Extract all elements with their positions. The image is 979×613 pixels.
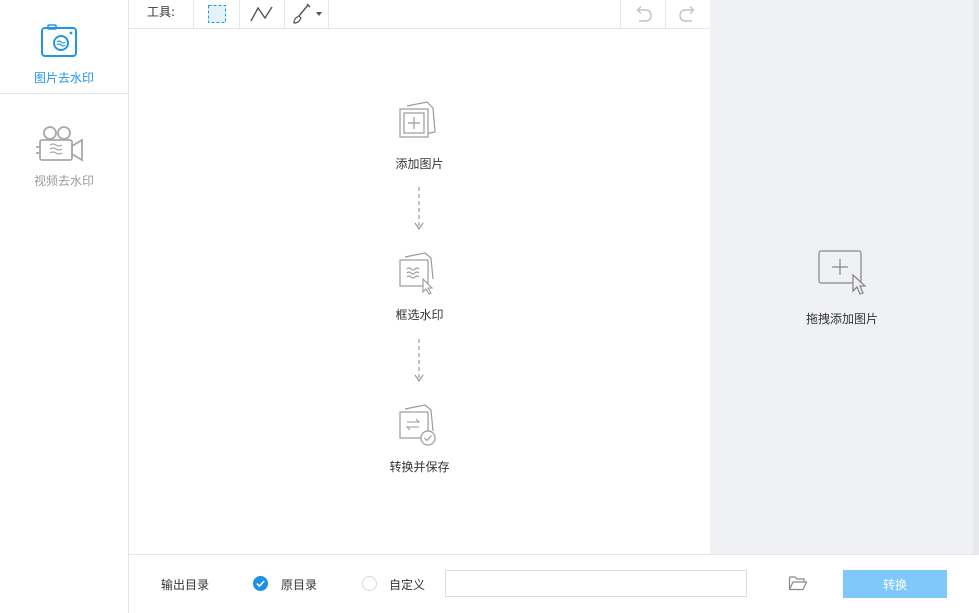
polyline-icon bbox=[250, 6, 273, 22]
flow-arrow-down-icon bbox=[414, 339, 424, 383]
radio-custom-label[interactable]: 自定义 bbox=[389, 576, 425, 593]
convert-button[interactable]: 转换 bbox=[843, 570, 947, 598]
add-image-icon bbox=[399, 101, 436, 138]
drop-panel-scrollbar[interactable] bbox=[973, 0, 979, 554]
redo-icon bbox=[679, 6, 695, 22]
drop-zone[interactable]: 拖拽添加图片 bbox=[710, 0, 979, 554]
step-label: 转换并保存 bbox=[389, 460, 450, 474]
step-label: 框选水印 bbox=[395, 308, 444, 322]
toolbar-label: 工具: bbox=[147, 5, 176, 19]
polyline-tool-button[interactable] bbox=[239, 0, 284, 28]
flow-arrow-down-icon bbox=[414, 187, 424, 231]
browse-folder-button[interactable] bbox=[788, 574, 808, 592]
step-label: 添加图片 bbox=[395, 157, 444, 171]
sidebar-item-label: 图片去水印 bbox=[33, 71, 94, 85]
sidebar-item-image-watermark[interactable]: 图片去水印 bbox=[0, 0, 128, 94]
workflow-canvas: 添加图片 框选水印 转换并保存 bbox=[129, 29, 710, 554]
rect-select-tool-button[interactable] bbox=[193, 0, 239, 28]
radio-original-directory[interactable] bbox=[253, 576, 268, 591]
undo-icon bbox=[636, 6, 652, 22]
dashed-rect-select-icon bbox=[207, 5, 226, 23]
output-path-input[interactable] bbox=[445, 570, 747, 597]
drop-zone-label: 拖拽添加图片 bbox=[805, 312, 878, 326]
toolbar: 工具: bbox=[129, 0, 710, 29]
sidebar-item-video-watermark[interactable]: 视频去水印 bbox=[0, 95, 128, 189]
photo-camera-icon bbox=[41, 24, 77, 57]
brush-icon bbox=[292, 3, 322, 24]
sidebar-item-label: 视频去水印 bbox=[33, 174, 94, 188]
brush-tool-button[interactable] bbox=[284, 0, 329, 28]
check-icon bbox=[256, 580, 265, 588]
radio-custom-directory[interactable] bbox=[362, 576, 377, 591]
select-watermark-icon bbox=[399, 252, 434, 295]
radio-original-label[interactable]: 原目录 bbox=[281, 576, 317, 593]
add-cursor-icon bbox=[818, 250, 867, 295]
undo-button[interactable] bbox=[620, 0, 665, 28]
folder-open-icon bbox=[788, 576, 808, 591]
output-directory-label: 输出目录 bbox=[161, 578, 210, 592]
redo-button[interactable] bbox=[665, 0, 710, 28]
output-bar: 输出目录 原目录 自定义 转换 bbox=[129, 554, 979, 613]
convert-save-icon bbox=[399, 404, 436, 446]
sidebar: 图片去水印 视频去水印 bbox=[0, 0, 129, 613]
video-camera-icon bbox=[36, 126, 83, 162]
